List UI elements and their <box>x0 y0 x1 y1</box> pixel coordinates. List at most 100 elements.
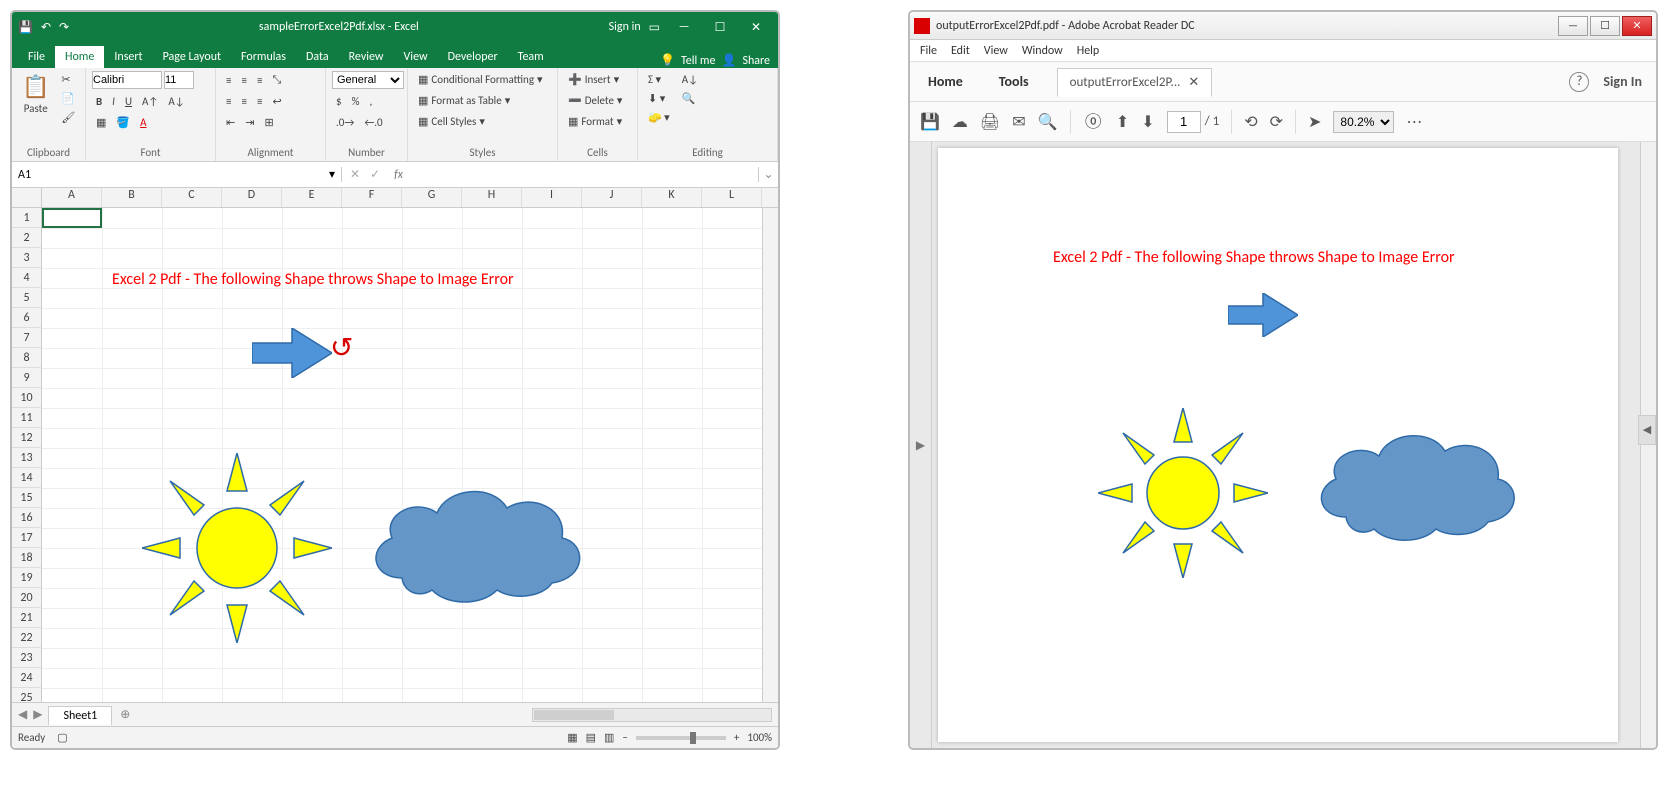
worksheet-grid[interactable]: A B C D E F G H I J K L 1234567891011121… <box>12 188 778 702</box>
col-H[interactable]: H <box>462 188 522 207</box>
row-20[interactable]: 20 <box>12 588 42 608</box>
worksheet-text[interactable]: Excel 2 Pdf - The following Shape throws… <box>112 270 514 289</box>
print-icon[interactable]: 🖨 <box>980 112 1000 132</box>
inc-decimal-button[interactable]: .0→ <box>332 114 358 131</box>
col-B[interactable]: B <box>102 188 162 207</box>
row-13[interactable]: 13 <box>12 448 42 468</box>
cells-delete-button[interactable]: ➖ Delete ▾ <box>564 92 626 109</box>
vertical-scrollbar[interactable] <box>1640 142 1656 748</box>
col-D[interactable]: D <box>222 188 282 207</box>
close-tab-icon[interactable]: ✕ <box>1188 75 1199 90</box>
wrap-text-button[interactable]: ↩ <box>268 93 285 110</box>
new-sheet-button[interactable]: ⊕ <box>112 707 138 722</box>
row-2[interactable]: 2 <box>12 228 42 248</box>
format-painter-button[interactable]: 🖌 <box>57 109 79 126</box>
arrow-shape[interactable] <box>252 328 332 378</box>
currency-button[interactable]: $ <box>332 93 346 110</box>
cloud-shape[interactable] <box>362 478 592 613</box>
clear-button[interactable]: 🧽 ▾ <box>644 109 674 126</box>
cut-button[interactable]: ✂ <box>57 71 79 88</box>
col-J[interactable]: J <box>582 188 642 207</box>
zoom-in-button[interactable]: + <box>734 731 739 744</box>
font-color-button[interactable]: A <box>136 114 150 131</box>
bold-button[interactable]: B <box>92 93 106 110</box>
row-18[interactable]: 18 <box>12 548 42 568</box>
find-select-button[interactable]: 🔍 <box>678 90 702 107</box>
zoom-out-button[interactable]: − <box>622 731 627 744</box>
col-C[interactable]: C <box>162 188 222 207</box>
maximize-button[interactable]: ☐ <box>704 20 736 35</box>
col-G[interactable]: G <box>402 188 462 207</box>
font-name-input[interactable] <box>92 71 162 89</box>
col-K[interactable]: K <box>642 188 702 207</box>
row-9[interactable]: 9 <box>12 368 42 388</box>
zoom-select[interactable]: 80.2% <box>1333 111 1394 133</box>
tellme-label[interactable]: Tell me <box>681 54 716 68</box>
rotate-handle-icon[interactable]: ↻ <box>330 330 353 365</box>
share-label[interactable]: Share <box>742 54 770 68</box>
sheet-tab-1[interactable]: Sheet1 <box>48 706 112 725</box>
sun-shape[interactable] <box>142 453 332 648</box>
cell-styles-button[interactable]: ▦ Cell Styles ▾ <box>414 113 489 130</box>
fill-button[interactable]: ⬇ ▾ <box>644 90 674 107</box>
dropdown-icon[interactable]: ▾ <box>329 167 335 182</box>
shrink-font-button[interactable]: A↓ <box>164 93 188 110</box>
tab-file[interactable]: File <box>18 46 55 68</box>
maximize-button[interactable]: ☐ <box>1590 16 1620 36</box>
save-icon[interactable]: 💾 <box>920 112 940 132</box>
row-23[interactable]: 23 <box>12 648 42 668</box>
row-17[interactable]: 17 <box>12 528 42 548</box>
row-7[interactable]: 7 <box>12 328 42 348</box>
align-mid-button[interactable]: ≡ <box>237 72 250 89</box>
row-5[interactable]: 5 <box>12 288 42 308</box>
row-8[interactable]: 8 <box>12 348 42 368</box>
menu-window[interactable]: Window <box>1022 44 1063 58</box>
search-icon[interactable]: 🔍 <box>1038 112 1058 132</box>
tab-team[interactable]: Team <box>508 46 554 68</box>
page-number-input[interactable] <box>1167 111 1201 133</box>
signin-link[interactable]: Sign In <box>1603 73 1642 90</box>
select-all-corner[interactable] <box>12 188 42 207</box>
zoom-slider[interactable] <box>636 736 726 740</box>
paste-button[interactable]: 📋 Paste <box>18 71 53 117</box>
cloud-icon[interactable]: ☁ <box>952 112 968 132</box>
tab-data[interactable]: Data <box>296 46 339 68</box>
pdf-page[interactable]: Excel 2 Pdf - The following Shape throws… <box>938 148 1618 742</box>
sort-filter-button[interactable]: A↓ <box>678 71 702 88</box>
selected-cell-A1[interactable] <box>42 208 102 228</box>
row-12[interactable]: 12 <box>12 428 42 448</box>
tab-formulas[interactable]: Formulas <box>231 46 296 68</box>
underline-button[interactable]: U <box>121 93 136 110</box>
percent-button[interactable]: % <box>348 93 364 110</box>
font-size-input[interactable] <box>164 71 194 89</box>
autosum-button[interactable]: Σ ▾ <box>644 71 674 88</box>
indent-dec-button[interactable]: ⇤ <box>222 114 239 131</box>
col-E[interactable]: E <box>282 188 342 207</box>
cancel-formula-icon[interactable]: ✕ <box>350 167 360 182</box>
zoom-value[interactable]: 100% <box>747 731 772 744</box>
cells-insert-button[interactable]: ➕ Insert ▾ <box>564 71 623 88</box>
tools-tab[interactable]: Tools <box>981 73 1047 90</box>
page-nav-up-icon[interactable]: ⓪ <box>1083 112 1104 131</box>
horizontal-scrollbar[interactable] <box>138 708 778 722</box>
italic-button[interactable]: I <box>108 93 119 110</box>
undo-icon[interactable]: ↶ <box>41 20 51 35</box>
signin-label[interactable]: Sign in <box>609 20 641 34</box>
tab-developer[interactable]: Developer <box>438 46 508 68</box>
col-L[interactable]: L <box>702 188 762 207</box>
align-right-button[interactable]: ≡ <box>253 93 266 110</box>
view-pagelayout-icon[interactable]: ▤ <box>586 731 596 744</box>
row-6[interactable]: 6 <box>12 308 42 328</box>
row-25[interactable]: 25 <box>12 688 42 702</box>
fill-color-button[interactable]: 🪣 <box>112 114 134 131</box>
row-1[interactable]: 1 <box>12 208 42 228</box>
copy-button[interactable]: 📄 <box>57 90 79 107</box>
borders-button[interactable]: ▦ <box>92 114 110 131</box>
row-11[interactable]: 11 <box>12 408 42 428</box>
row-3[interactable]: 3 <box>12 248 42 268</box>
col-F[interactable]: F <box>342 188 402 207</box>
page-down-icon[interactable]: ⬇ <box>1141 112 1154 132</box>
column-headers[interactable]: A B C D E F G H I J K L <box>12 188 778 208</box>
nav-pane-toggle[interactable]: ▶ <box>910 142 932 748</box>
home-tab[interactable]: Home <box>910 73 981 90</box>
